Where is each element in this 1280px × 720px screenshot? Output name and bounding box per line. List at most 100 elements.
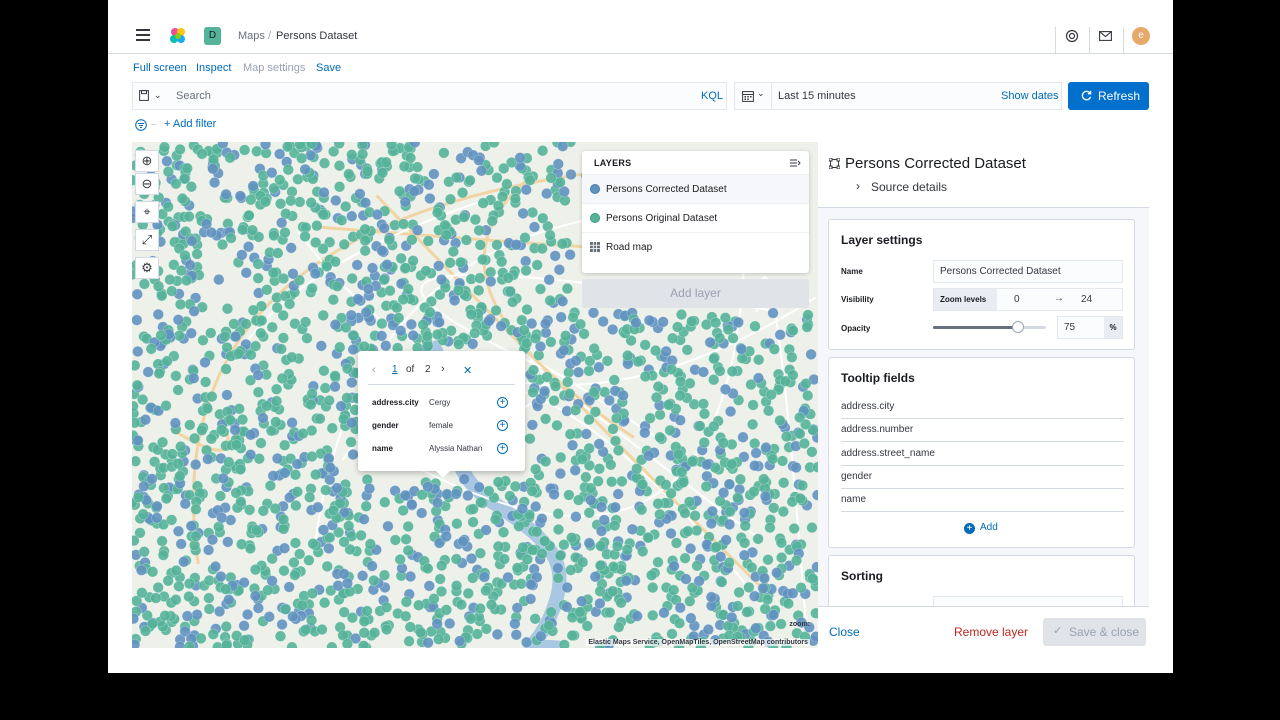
original-person-point[interactable] bbox=[152, 280, 165, 292]
original-person-point[interactable] bbox=[796, 479, 809, 492]
original-person-point[interactable] bbox=[700, 319, 713, 331]
original-person-point[interactable] bbox=[733, 586, 745, 599]
original-person-point[interactable] bbox=[432, 206, 444, 219]
original-person-point[interactable] bbox=[562, 376, 574, 388]
corrected-person-point[interactable] bbox=[132, 345, 144, 358]
corrected-person-point[interactable] bbox=[263, 611, 275, 623]
original-person-point[interactable] bbox=[236, 224, 249, 236]
original-person-point[interactable] bbox=[230, 487, 242, 499]
original-person-point[interactable] bbox=[277, 272, 290, 285]
original-person-point[interactable] bbox=[358, 627, 370, 639]
original-person-point[interactable] bbox=[440, 604, 453, 616]
original-person-point[interactable] bbox=[609, 520, 621, 532]
original-person-point[interactable] bbox=[233, 348, 245, 360]
original-person-point[interactable] bbox=[338, 238, 350, 250]
original-person-point[interactable] bbox=[319, 382, 331, 394]
corrected-person-point[interactable] bbox=[266, 167, 278, 179]
corrected-person-point[interactable] bbox=[346, 210, 358, 222]
original-person-point[interactable] bbox=[527, 364, 540, 376]
corrected-person-point[interactable] bbox=[271, 452, 284, 465]
original-person-point[interactable] bbox=[219, 330, 231, 343]
original-person-point[interactable] bbox=[622, 350, 634, 362]
tooltip-field-item[interactable]: name bbox=[841, 489, 1124, 512]
original-person-point[interactable] bbox=[260, 196, 272, 208]
original-person-point[interactable] bbox=[397, 218, 410, 230]
original-person-point[interactable] bbox=[543, 620, 555, 632]
original-person-point[interactable] bbox=[320, 484, 332, 496]
original-person-point[interactable] bbox=[317, 309, 329, 321]
corrected-person-point[interactable] bbox=[371, 208, 383, 221]
original-person-point[interactable] bbox=[272, 247, 284, 259]
original-person-point[interactable] bbox=[698, 408, 711, 420]
original-person-point[interactable] bbox=[216, 238, 229, 251]
corrected-person-point[interactable] bbox=[738, 507, 751, 519]
corrected-person-point[interactable] bbox=[324, 462, 336, 474]
corrected-person-point[interactable] bbox=[138, 480, 150, 492]
corrected-person-point[interactable] bbox=[528, 221, 541, 233]
original-person-point[interactable] bbox=[679, 507, 691, 519]
original-person-point[interactable] bbox=[378, 569, 391, 581]
original-person-point[interactable] bbox=[714, 365, 726, 377]
chevron-down-icon[interactable]: ⌄ bbox=[154, 90, 162, 101]
corrected-person-point[interactable] bbox=[358, 513, 370, 525]
corrected-person-point[interactable] bbox=[771, 567, 783, 579]
original-person-point[interactable] bbox=[357, 148, 369, 160]
corrected-person-point[interactable] bbox=[399, 196, 411, 208]
original-person-point[interactable] bbox=[300, 316, 312, 328]
original-person-point[interactable] bbox=[247, 304, 259, 316]
corrected-person-point[interactable] bbox=[405, 318, 418, 330]
tooltip-field-item[interactable]: address.number bbox=[841, 419, 1124, 442]
corrected-person-point[interactable] bbox=[362, 283, 375, 295]
original-person-point[interactable] bbox=[583, 507, 595, 519]
original-person-point[interactable] bbox=[806, 522, 818, 534]
original-person-point[interactable] bbox=[321, 260, 333, 272]
original-person-point[interactable] bbox=[279, 603, 291, 615]
original-person-point[interactable] bbox=[608, 374, 620, 386]
corrected-person-point[interactable] bbox=[674, 414, 686, 426]
original-person-point[interactable] bbox=[462, 587, 474, 600]
corrected-person-point[interactable] bbox=[172, 525, 185, 537]
original-person-point[interactable] bbox=[304, 491, 316, 503]
original-person-point[interactable] bbox=[379, 496, 391, 508]
original-person-point[interactable] bbox=[306, 282, 318, 294]
corrected-person-point[interactable] bbox=[286, 417, 298, 429]
original-person-point[interactable] bbox=[166, 285, 178, 297]
original-person-point[interactable] bbox=[700, 480, 712, 493]
corrected-person-point[interactable] bbox=[565, 168, 577, 181]
original-person-point[interactable] bbox=[570, 404, 582, 416]
original-person-point[interactable] bbox=[558, 639, 570, 648]
original-person-point[interactable] bbox=[652, 381, 664, 393]
original-person-point[interactable] bbox=[398, 160, 411, 172]
corrected-person-point[interactable] bbox=[475, 165, 488, 177]
original-person-point[interactable] bbox=[331, 280, 343, 292]
corrected-person-point[interactable] bbox=[593, 438, 605, 450]
corrected-person-point[interactable] bbox=[717, 487, 730, 499]
original-person-point[interactable] bbox=[662, 399, 675, 411]
corrected-person-point[interactable] bbox=[234, 190, 246, 202]
original-person-point[interactable] bbox=[778, 477, 790, 489]
original-person-point[interactable] bbox=[303, 554, 315, 566]
original-person-point[interactable] bbox=[612, 444, 625, 457]
original-person-point[interactable] bbox=[296, 599, 308, 612]
original-person-point[interactable] bbox=[224, 414, 236, 426]
original-person-point[interactable] bbox=[541, 371, 553, 383]
original-person-point[interactable] bbox=[794, 492, 806, 505]
original-person-point[interactable] bbox=[780, 431, 793, 443]
corrected-person-point[interactable] bbox=[202, 544, 215, 556]
original-person-point[interactable] bbox=[566, 532, 578, 544]
save-link[interactable]: Save bbox=[316, 62, 341, 74]
menu-toggle-icon[interactable] bbox=[136, 29, 150, 41]
original-person-point[interactable] bbox=[509, 480, 522, 493]
corrected-person-point[interactable] bbox=[520, 184, 532, 196]
original-person-point[interactable] bbox=[271, 302, 283, 314]
original-person-point[interactable] bbox=[150, 592, 162, 604]
corrected-person-point[interactable] bbox=[376, 330, 388, 342]
original-person-point[interactable] bbox=[583, 442, 595, 455]
corrected-person-point[interactable] bbox=[585, 494, 597, 506]
original-person-point[interactable] bbox=[190, 503, 202, 515]
corrected-person-point[interactable] bbox=[315, 340, 327, 352]
original-person-point[interactable] bbox=[607, 423, 619, 435]
original-person-point[interactable] bbox=[450, 171, 463, 184]
corrected-person-point[interactable] bbox=[657, 316, 669, 328]
original-person-point[interactable] bbox=[480, 585, 492, 597]
